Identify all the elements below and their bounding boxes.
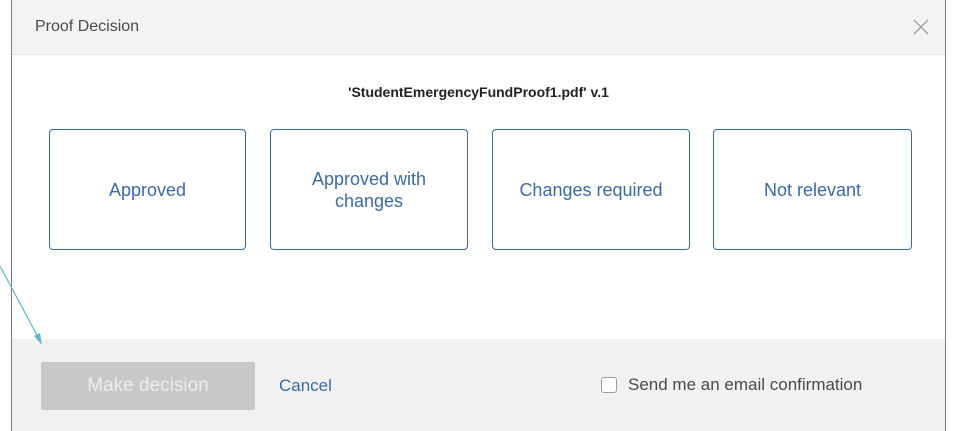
dialog-title: Proof Decision: [35, 18, 140, 35]
file-name-label: 'StudentEmergencyFundProof1.pdf' v.1: [348, 84, 609, 100]
screen: Proof Decision 'StudentEmergencyFundProo…: [0, 0, 954, 431]
make-decision-button[interactable]: Make decision: [41, 362, 255, 410]
option-not-relevant-button[interactable]: Not relevant: [713, 129, 912, 250]
cancel-link[interactable]: Cancel: [279, 376, 332, 396]
option-changes-required-button[interactable]: Changes required: [492, 129, 690, 250]
dialog-footer: Make decision Cancel Send me an email co…: [12, 339, 945, 431]
option-label: Changes required: [519, 179, 663, 200]
option-label: Approved: [108, 179, 187, 200]
option-approved-button[interactable]: Approved: [49, 129, 246, 250]
email-confirmation-label[interactable]: Send me an email confirmation: [628, 375, 862, 395]
email-confirmation-checkbox[interactable]: [601, 377, 617, 393]
dialog-header: Proof Decision: [12, 0, 945, 55]
option-label: Not relevant: [763, 179, 862, 200]
option-approved-with-changes-button[interactable]: Approved with changes: [270, 129, 468, 250]
option-label: Approved with changes: [311, 168, 427, 211]
close-icon[interactable]: [911, 17, 931, 37]
proof-decision-dialog: Proof Decision 'StudentEmergencyFundProo…: [11, 0, 946, 431]
